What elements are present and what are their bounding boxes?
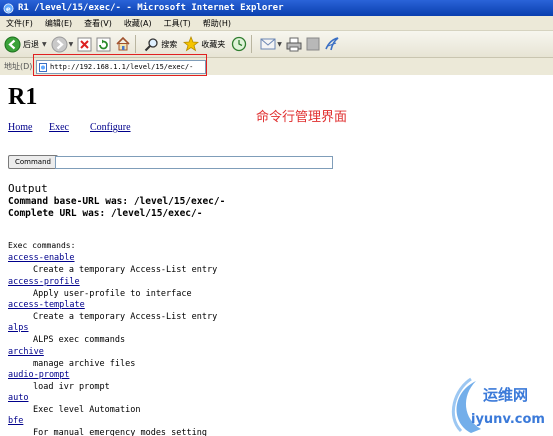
command-link[interactable]: access-enable: [8, 253, 75, 263]
chevron-down-icon[interactable]: ▼: [69, 41, 74, 48]
search-button[interactable]: 搜索: [144, 37, 179, 52]
command-link[interactable]: audio-prompt: [8, 370, 69, 380]
title-bar: e R1 /level/15/exec/- - Microsoft Intern…: [0, 0, 553, 16]
output-line: Command base-URL was: /level/15/exec/-: [8, 196, 226, 207]
home-icon: [116, 36, 130, 51]
favorites-label: 收藏夹: [201, 39, 226, 49]
toolbar-separator: [135, 35, 137, 53]
back-arrow-icon: [4, 36, 21, 52]
output-line: Complete URL was: /level/15/exec/-: [8, 208, 203, 219]
command-link[interactable]: archive: [8, 347, 44, 357]
command-description: load ivr prompt: [33, 382, 110, 392]
nav-home-link[interactable]: Home: [8, 122, 32, 133]
refresh-icon: [96, 37, 111, 51]
command-description: Exec level Automation: [33, 405, 141, 415]
exec-commands-title: Exec commands:: [8, 241, 76, 250]
window-title: R1 /level/15/exec/- - Microsoft Internet…: [18, 3, 284, 13]
menu-file[interactable]: 文件(F): [6, 18, 33, 29]
refresh-button[interactable]: [96, 37, 111, 52]
address-label: 地址(D): [4, 62, 33, 71]
menu-bar: 文件(F) 编辑(E) 查看(V) 收藏(A) 工具(T) 帮助(H): [0, 16, 553, 31]
menu-help[interactable]: 帮助(H): [203, 18, 231, 29]
watermark-brand: 运维网: [483, 386, 529, 404]
nav-exec-link[interactable]: Exec: [49, 122, 69, 133]
history-icon: [232, 36, 247, 52]
messenger-icon: [325, 37, 339, 51]
edit-button[interactable]: [306, 37, 320, 51]
chevron-down-icon[interactable]: ▼: [277, 41, 282, 48]
command-description: Create a temporary Access-List entry: [33, 265, 218, 275]
command-description: manage archive files: [33, 359, 136, 369]
search-icon: [145, 37, 158, 51]
stop-icon: [77, 37, 92, 51]
stop-button[interactable]: [77, 37, 92, 52]
watermark-site: iyunv.com: [471, 412, 545, 427]
command-button[interactable]: Command: [8, 155, 58, 169]
command-link[interactable]: auto: [8, 393, 28, 403]
command-input[interactable]: [55, 156, 333, 169]
search-label: 搜索: [161, 39, 178, 49]
mail-button[interactable]: ▼: [260, 37, 282, 51]
toolbar-separator: [251, 35, 253, 53]
forward-arrow-icon: [51, 36, 68, 52]
address-highlight-box: [33, 54, 207, 76]
star-icon: [183, 36, 200, 52]
edit-page-icon: [306, 37, 320, 51]
menu-view[interactable]: 查看(V): [84, 18, 112, 29]
svg-text:e: e: [6, 4, 11, 13]
forward-button[interactable]: ▼: [51, 36, 74, 53]
command-description: Create a temporary Access-List entry: [33, 312, 218, 322]
command-description: For manual emergency modes setting: [33, 428, 207, 436]
home-button[interactable]: [115, 36, 131, 52]
back-button[interactable]: 后退 ▼: [4, 36, 47, 53]
nav-configure-link[interactable]: Configure: [90, 122, 131, 133]
annotation-label: 命令行管理界面: [256, 110, 348, 125]
favorites-button[interactable]: 收藏夹: [183, 36, 227, 52]
print-button[interactable]: [286, 37, 302, 52]
command-link[interactable]: access-profile: [8, 277, 80, 287]
menu-tools[interactable]: 工具(T): [164, 18, 191, 29]
back-label: 后退: [23, 39, 39, 49]
printer-icon: [286, 37, 302, 51]
ie-logo-icon: e: [3, 3, 14, 13]
command-link[interactable]: alps: [8, 323, 28, 333]
chevron-down-icon[interactable]: ▼: [42, 41, 47, 48]
mail-icon: [260, 38, 276, 50]
command-link[interactable]: bfe: [8, 416, 23, 426]
output-heading: Output: [8, 182, 48, 195]
messenger-button[interactable]: [324, 36, 340, 52]
menu-edit[interactable]: 编辑(E): [45, 18, 72, 29]
command-link[interactable]: access-template: [8, 300, 85, 310]
menu-favorites[interactable]: 收藏(A): [124, 18, 152, 29]
command-description: Apply user-profile to interface: [33, 289, 192, 299]
command-description: ALPS exec commands: [33, 335, 126, 345]
history-button[interactable]: [231, 36, 247, 52]
page-heading: R1: [8, 84, 38, 110]
